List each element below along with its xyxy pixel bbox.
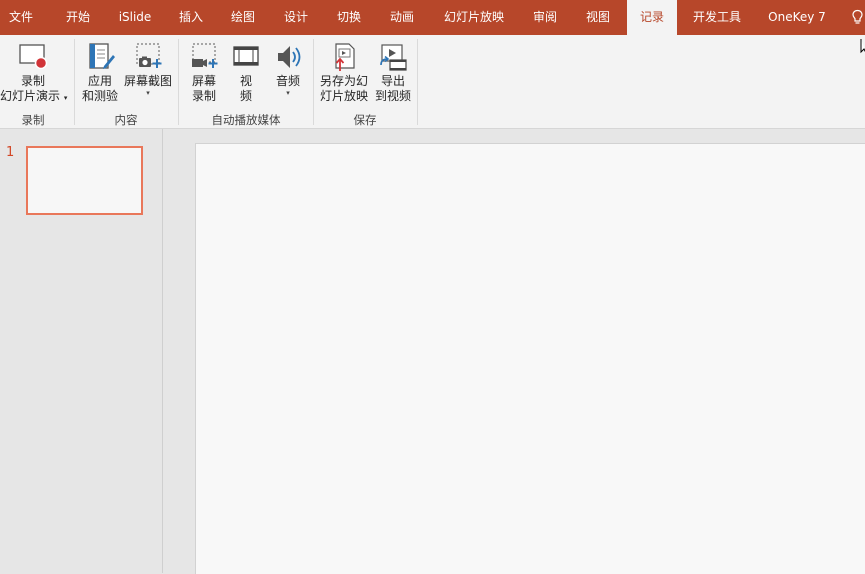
tab-13[interactable]: OneKey 7 bbox=[760, 0, 834, 35]
speaker-icon bbox=[278, 46, 301, 68]
group-separator bbox=[313, 39, 314, 125]
tab-6[interactable]: 切换 bbox=[328, 0, 370, 35]
tab-1[interactable]: 开始 bbox=[56, 0, 100, 35]
group-label-record: 录制 bbox=[21, 113, 45, 127]
export-to-video-label-2: 到视频 bbox=[374, 89, 411, 103]
screenshot-button[interactable]: 屏幕截图 ▾ bbox=[122, 42, 174, 97]
chevron-down-icon: ▾ bbox=[146, 89, 150, 97]
slide-number: 1 bbox=[6, 145, 15, 160]
slide-thumbnail[interactable] bbox=[26, 146, 143, 215]
apply-quiz-label-1: 应用 bbox=[87, 74, 112, 88]
ribbon-tab-bar: 文件 开始 iSlide 插入 绘图 设计 切换 动画 幻灯片放映 审阅 视图 记录 开发工具 OneKe… bbox=[0, 0, 865, 35]
video-label-2: 频 bbox=[239, 89, 252, 103]
apply-quiz-button[interactable]: 应用 和测验 bbox=[78, 42, 122, 104]
chevron-down-icon: ▾ bbox=[286, 89, 290, 97]
screen-recording-label-2: 录制 bbox=[191, 89, 216, 103]
save-slideshow-icon bbox=[335, 43, 355, 71]
record-slideshow-label-1: 录制 bbox=[20, 74, 45, 88]
tab-4[interactable]: 绘图 bbox=[222, 0, 264, 35]
export-to-video-label-1: 导出 bbox=[380, 74, 405, 88]
export-to-video-button[interactable]: 导出 到视频 bbox=[372, 42, 414, 104]
quiz-book-icon bbox=[89, 43, 115, 69]
screenshot-icon bbox=[136, 43, 162, 68]
tab-5[interactable]: 设计 bbox=[275, 0, 317, 35]
tab-0[interactable]: 文件 bbox=[0, 0, 42, 35]
slide-edit-area bbox=[163, 129, 865, 574]
record-slideshow-label-2: 幻灯片演示 ▾ bbox=[0, 89, 68, 103]
group-label-content: 内容 bbox=[114, 113, 138, 127]
film-strip-icon bbox=[233, 46, 259, 66]
group-separator bbox=[74, 39, 75, 125]
export-video-icon bbox=[380, 44, 407, 71]
screen-recording-button[interactable]: 屏幕 录制 bbox=[184, 42, 224, 104]
tab-12[interactable]: 开发工具 bbox=[684, 0, 750, 35]
audio-button[interactable]: 音频 ▾ bbox=[268, 42, 308, 97]
save-as-slideshow-button[interactable]: 另存为幻 灯片放映 bbox=[316, 42, 372, 104]
save-as-slideshow-label-1: 另存为幻 bbox=[319, 74, 368, 88]
video-button[interactable]: 视 频 bbox=[228, 42, 264, 104]
record-slideshow-button[interactable]: 录制 幻灯片演示 ▾ bbox=[0, 42, 68, 106]
slide-canvas[interactable] bbox=[195, 143, 865, 574]
group-separator bbox=[417, 39, 418, 125]
tab-10[interactable]: 视图 bbox=[577, 0, 619, 35]
audio-label: 音频 bbox=[275, 74, 300, 88]
lightbulb-icon[interactable] bbox=[850, 9, 865, 27]
tab-2[interactable]: iSlide bbox=[110, 0, 160, 35]
ribbon-panel: 录制 幻灯片演示 ▾ 录制 应用 和测验 屏幕截图 ▾ 内容 屏幕 录制 视 频… bbox=[0, 35, 865, 129]
mouse-cursor-icon bbox=[860, 39, 865, 54]
tab-11[interactable]: 记录 bbox=[627, 0, 677, 35]
slide-thumbnail-pane: 1 bbox=[0, 129, 163, 573]
group-separator bbox=[178, 39, 179, 125]
tab-9[interactable]: 审阅 bbox=[524, 0, 566, 35]
tab-7[interactable]: 动画 bbox=[381, 0, 423, 35]
save-as-slideshow-label-2: 灯片放映 bbox=[319, 89, 368, 103]
screen-recording-icon bbox=[192, 43, 218, 68]
tab-8[interactable]: 幻灯片放映 bbox=[434, 0, 514, 35]
video-label-1: 视 bbox=[239, 74, 252, 88]
screenshot-label: 屏幕截图 bbox=[123, 74, 172, 88]
screen-recording-label-1: 屏幕 bbox=[191, 74, 216, 88]
group-label-save: 保存 bbox=[353, 113, 377, 127]
group-label-media: 自动播放媒体 bbox=[211, 113, 281, 127]
tab-3[interactable]: 插入 bbox=[170, 0, 212, 35]
record-slideshow-icon bbox=[19, 44, 48, 70]
apply-quiz-label-2: 和测验 bbox=[81, 89, 118, 103]
